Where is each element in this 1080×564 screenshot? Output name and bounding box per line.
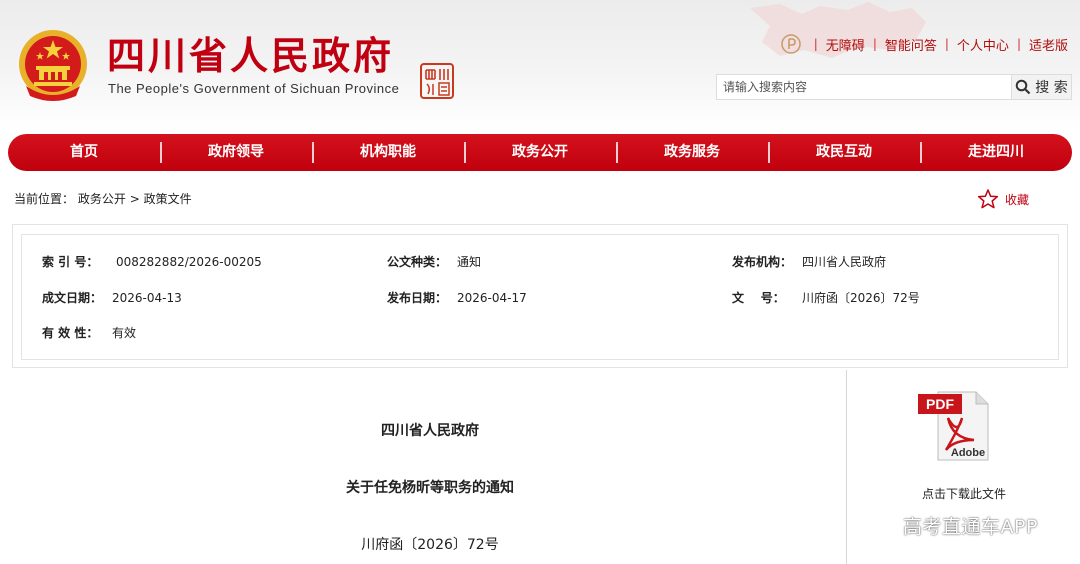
info-written-date: 成文日期： 2026-04-13 (42, 291, 182, 305)
sichuan-seal-logo (420, 63, 454, 99)
breadcrumb-prefix: 当前位置： (14, 192, 75, 206)
link-separator: | (1016, 37, 1021, 51)
link-separator: | (872, 37, 877, 51)
nav-about-sichuan[interactable]: 走进四川 (920, 134, 1072, 171)
favorite-label: 收藏 (1005, 192, 1030, 207)
national-emblem-icon (19, 30, 87, 101)
document-number: 川府函〔2026〕72号 (361, 537, 499, 553)
info-publish-date: 发布日期： 2026-04-17 (387, 291, 527, 305)
link-separator: | (944, 37, 949, 51)
nav-home[interactable]: 首页 (8, 134, 160, 171)
search-button[interactable]: 搜 索 (1012, 74, 1072, 100)
info-doc-type: 公文种类： 通知 (387, 255, 482, 269)
search-input[interactable] (716, 74, 1012, 100)
main-nav: 首页 政府领导 机构职能 政务公开 政务服务 政民互动 走进四川 (8, 134, 1072, 171)
search-icon (1015, 79, 1031, 95)
breadcrumb: 当前位置： 政务公开 > 政策文件 (14, 190, 192, 207)
svg-text:PDF: PDF (926, 396, 954, 412)
nav-services[interactable]: 政务服务 (616, 134, 768, 171)
info-validity: 有 效 性： 有效 (42, 326, 137, 340)
breadcrumb-open-government[interactable]: 政务公开 (78, 192, 126, 206)
link-separator: | (813, 37, 818, 51)
search-button-label: 搜 索 (1035, 80, 1068, 96)
personal-center-link[interactable]: 个人中心 (957, 35, 1009, 54)
breadcrumb-separator: > (129, 192, 140, 206)
svg-text:Adobe: Adobe (951, 447, 985, 459)
nav-open-government[interactable]: 政务公开 (464, 134, 616, 171)
elderly-mode-link[interactable]: 适老版 (1029, 35, 1068, 54)
nav-interaction[interactable]: 政民互动 (768, 134, 920, 171)
info-index: 索 引 号： 008282882/2026-00205 (42, 255, 262, 269)
pdf-file-icon[interactable]: PDF Adobe (916, 388, 992, 464)
nav-institutions[interactable]: 机构职能 (312, 134, 464, 171)
search-bar: 搜 索 (716, 74, 1072, 100)
breadcrumb-policy-docs[interactable]: 政策文件 (144, 192, 192, 206)
info-issuer: 发布机构： 四川省人民政府 (732, 255, 887, 269)
download-file-link[interactable]: 点击下载此文件 (848, 485, 1080, 502)
site-title[interactable]: 四川省人民政府 (107, 34, 394, 78)
info-doc-number: 文 号： 川府函〔2026〕72号 (732, 291, 920, 305)
nav-leadership[interactable]: 政府领导 (160, 134, 312, 171)
watermark-text: 高考直通车APP (903, 516, 1038, 538)
site-header: 四川省人民政府 The People's Government of Sichu… (0, 0, 1080, 130)
document-title: 关于任免杨昕等职务的通知 (346, 480, 514, 496)
site-subtitle: The People's Government of Sichuan Provi… (108, 81, 400, 96)
document-issuer-heading: 四川省人民政府 (381, 423, 479, 439)
star-icon (977, 189, 999, 209)
top-links: | 无障碍 | 智能问答 | 个人中心 | 适老版 (780, 34, 1068, 54)
accessibility-link[interactable]: 无障碍 (826, 35, 865, 54)
favorite-button[interactable]: 收藏 (977, 188, 1029, 210)
location-pin-icon (781, 34, 801, 54)
smart-qa-link[interactable]: 智能问答 (885, 35, 937, 54)
